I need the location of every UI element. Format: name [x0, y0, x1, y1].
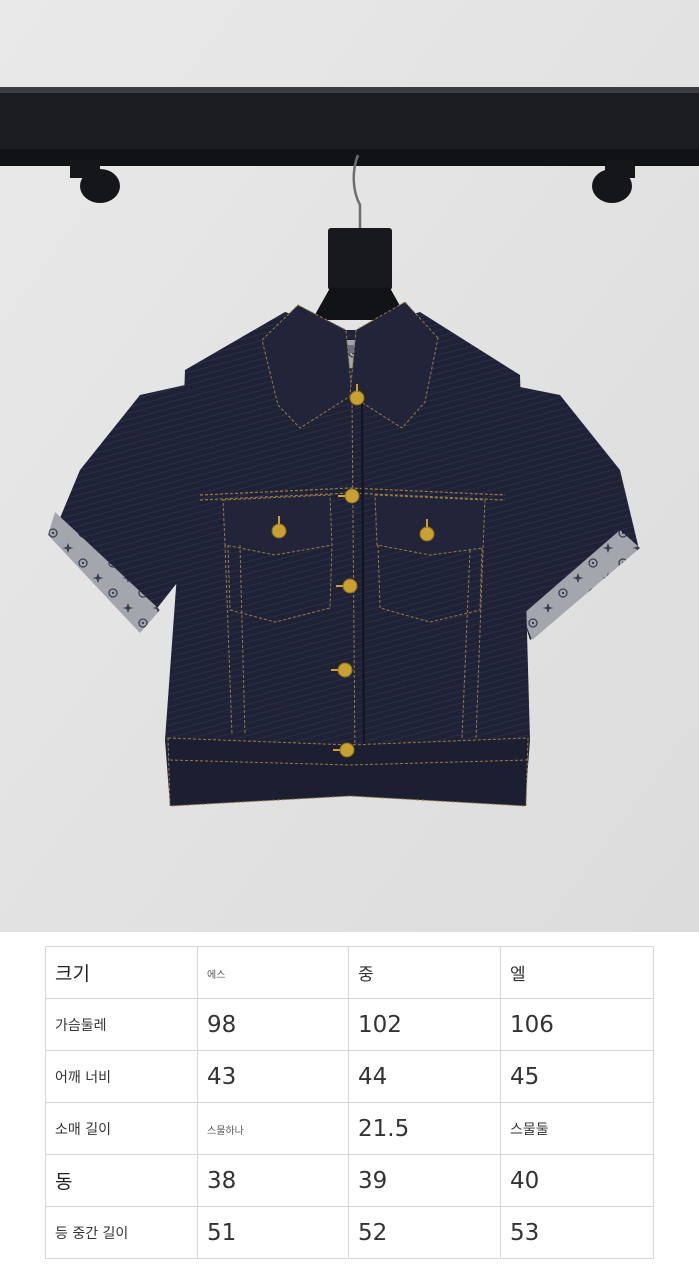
size-header-s: 에스 [197, 946, 349, 999]
cell-value: 45 [500, 1050, 654, 1103]
size-header-label: 크기 [45, 946, 198, 999]
size-header-m: 중 [348, 946, 501, 999]
size-header-l: 엘 [500, 946, 654, 999]
cell-value: 106 [500, 998, 654, 1051]
table-row: 소매 길이 스물하나 21.5 스물둘 [45, 1102, 654, 1155]
cell-value: 44 [348, 1050, 501, 1103]
table-row: 가슴둘레 98 102 106 [45, 998, 654, 1051]
cell-value: 스물둘 [500, 1102, 654, 1155]
table-row: 등 중간 길이 51 52 53 [45, 1206, 654, 1259]
size-header-row: 크기 에스 중 엘 [45, 946, 654, 999]
cell-value: 39 [348, 1154, 501, 1207]
row-label: 등 중간 길이 [45, 1206, 198, 1259]
size-chart: 크기 에스 중 엘 가슴둘레 98 102 106 어깨 너비 43 44 45… [45, 946, 654, 1259]
cell-value: 스물하나 [197, 1102, 349, 1155]
cell-value: 38 [197, 1154, 349, 1207]
cell-value: 98 [197, 998, 349, 1051]
table-row: 동 38 39 40 [45, 1154, 654, 1207]
cell-value: 52 [348, 1206, 501, 1259]
cell-value: 43 [197, 1050, 349, 1103]
hanging-rail [0, 87, 699, 149]
cell-value: 51 [197, 1206, 349, 1259]
row-label: 동 [45, 1154, 198, 1207]
table-row: 어깨 너비 43 44 45 [45, 1050, 654, 1103]
row-label: 가슴둘레 [45, 998, 198, 1051]
cell-value: 40 [500, 1154, 654, 1207]
cell-value: 53 [500, 1206, 654, 1259]
cell-value: 102 [348, 998, 501, 1051]
hanger [328, 228, 392, 290]
product-photo [0, 0, 699, 932]
cell-value: 21.5 [348, 1102, 501, 1155]
jacket-image [0, 0, 699, 932]
row-label: 어깨 너비 [45, 1050, 198, 1103]
row-label: 소매 길이 [45, 1102, 198, 1155]
